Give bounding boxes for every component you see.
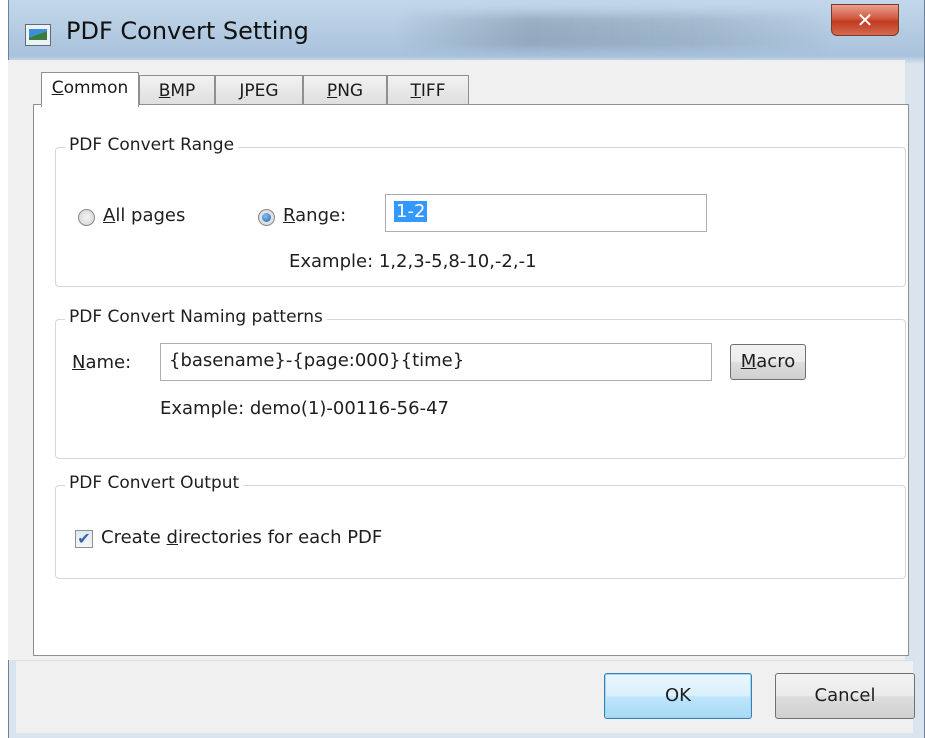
checkmark-icon: ✔ [77,529,91,548]
create-directories-checkbox[interactable]: ✔ [75,530,93,548]
button-bar: OK Cancel [16,660,915,733]
tab-bmp-label: MP [170,81,196,101]
range-example: Example: 1,2,3-5,8-10,-2,-1 [289,251,537,272]
ok-button[interactable]: OK [604,673,752,719]
naming-group: PDF Convert Naming patterns Name: {basen… [55,307,906,459]
tab-png-label: NG [337,81,364,101]
blurred-background-title [404,14,824,50]
name-pattern-input[interactable]: {basename}-{page:000}{time} [160,343,712,381]
all-pages-mnemonic: A [103,205,116,226]
close-button[interactable]: ✕ [831,4,899,36]
all-pages-text: ll pages [115,205,186,226]
tab-png[interactable]: PNG [303,75,387,105]
tab-bmp[interactable]: BMP [139,75,215,105]
name-pattern-value: {basename}-{page:000}{time} [169,350,465,371]
name-example: Example: demo(1)-00116-56-47 [160,398,449,419]
create-directories-mnemonic: d [166,527,178,548]
create-directories-text: irectories for each PDF [177,527,383,548]
tab-tiff[interactable]: TIFF [387,75,469,105]
all-pages-radio[interactable] [78,209,95,226]
range-label[interactable]: Range: [283,205,346,226]
tab-tiff-label: IFF [420,81,446,101]
macro-button[interactable]: Macro [730,344,806,380]
naming-group-legend: PDF Convert Naming patterns [65,307,327,327]
tab-bmp-mnemonic: B [158,81,171,101]
close-icon: ✕ [856,8,874,32]
range-radio[interactable] [258,209,275,226]
window-title: PDF Convert Setting [66,17,309,45]
range-text: ange: [295,205,347,226]
range-group: PDF Convert Range All pages Range: 1-2 E… [55,135,906,287]
name-label: Name: [72,352,131,373]
tab-jpeg-label: PEG [244,81,279,101]
create-directories-label[interactable]: Create directories for each PDF [101,527,382,548]
tab-common[interactable]: Common [41,72,139,107]
tab-common-label: ommon [63,78,129,98]
name-text: ame: [85,352,132,373]
range-mnemonic: R [283,205,296,226]
cancel-button[interactable]: Cancel [775,673,915,719]
range-input[interactable]: 1-2 [385,194,707,232]
image-icon [25,24,51,46]
name-mnemonic: N [72,352,86,373]
range-group-legend: PDF Convert Range [65,135,239,155]
create-directories-pre: Create [101,527,167,548]
all-pages-label[interactable]: All pages [103,205,185,226]
common-tab-panel: PDF Convert Range All pages Range: 1-2 E… [33,104,909,656]
tab-common-mnemonic: C [51,78,64,98]
output-group: PDF Convert Output ✔ Create directories … [55,473,906,579]
range-input-value: 1-2 [394,201,428,222]
output-group-legend: PDF Convert Output [65,473,244,493]
macro-mnemonic: M [740,351,757,372]
macro-text: acro [756,351,796,372]
tab-png-mnemonic: P [326,81,338,101]
tab-jpeg[interactable]: JPEG [215,75,303,105]
title-bar[interactable]: PDF Convert Setting ✕ [9,0,924,60]
tab-tiff-mnemonic: T [410,81,421,101]
